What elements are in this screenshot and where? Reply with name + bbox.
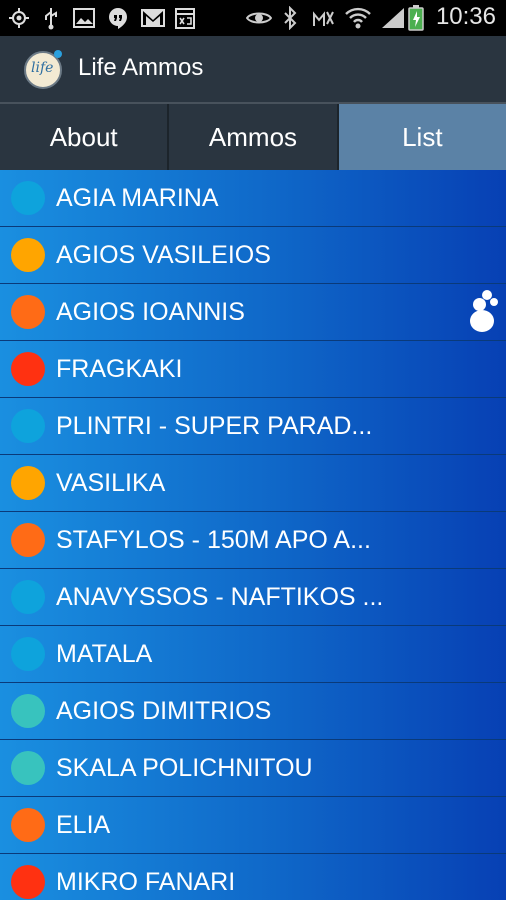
tab-bar: About Ammos List [0,104,506,170]
image-icon [72,6,96,30]
list-item[interactable]: AGIA MARINA [0,170,506,227]
beach-name: STAFYLOS - 150M APO A... [56,525,371,554]
beach-name: VASILIKA [56,468,166,497]
status-bar: 10:36 [0,0,506,36]
eye-icon [246,6,272,30]
beach-name: AGIOS DIMITRIOS [56,696,272,725]
app-logo-icon[interactable]: life [24,50,62,89]
battery-icon [408,5,424,31]
tab-list[interactable]: List [338,104,506,170]
beach-name: SKALA POLICHNITOU [56,753,313,782]
status-dot-icon [11,352,45,386]
list-item[interactable]: PLINTRI - SUPER PARAD... [0,398,506,455]
wifi-icon [344,6,372,30]
status-dot-icon [11,238,45,272]
status-dot-icon [11,637,45,671]
list-item[interactable]: SKALA POLICHNITOU [0,740,506,797]
list-item[interactable]: ELIA [0,797,506,854]
gps-icon [8,6,30,30]
calendar-icon [174,6,196,30]
hangouts-icon [106,6,130,30]
beach-name: MIKRO FANARI [56,867,236,896]
status-dot-icon [11,466,45,500]
bubbles-icon[interactable] [470,290,500,334]
status-dot-icon [11,694,45,728]
beach-name: AGIOS VASILEIOS [56,240,271,269]
list-item[interactable]: ANAVYSSOS - NAFTIKOS ... [0,569,506,626]
status-dot-icon [11,751,45,785]
status-dot-icon [11,808,45,842]
bluetooth-icon [282,6,298,30]
beach-name: PLINTRI - SUPER PARAD... [56,411,373,440]
list-item[interactable]: AGIOS IOANNIS [0,284,506,341]
beach-name: ELIA [56,810,111,839]
status-dot-icon [11,181,45,215]
mute-icon [310,6,336,30]
beach-name: MATALA [56,639,153,668]
signal-icon [380,6,406,30]
status-dot-icon [11,523,45,557]
usb-icon [42,6,60,30]
beach-list: AGIA MARINA AGIOS VASILEIOS AGIOS IOANNIS F… [0,170,506,900]
list-item[interactable]: FRAGKAKI [0,341,506,398]
status-dot-icon [11,865,45,899]
list-item[interactable]: STAFYLOS - 150M APO A... [0,512,506,569]
app-title: Life Ammos [78,54,204,81]
list-item[interactable]: VASILIKA [0,455,506,512]
action-bar: life Life Ammos [0,36,506,104]
list-item[interactable]: MIKRO FANARI [0,854,506,900]
list-item[interactable]: AGIOS DIMITRIOS [0,683,506,740]
tab-ammos[interactable]: Ammos [169,104,339,170]
tab-about[interactable]: About [0,104,170,170]
status-dot-icon [11,580,45,614]
list-item[interactable]: MATALA [0,626,506,683]
beach-name: AGIA MARINA [56,183,219,212]
status-dot-icon [11,409,45,443]
status-dot-icon [11,295,45,329]
gmail-icon [140,6,166,30]
beach-name: ANAVYSSOS - NAFTIKOS ... [56,582,384,611]
list-item[interactable]: AGIOS VASILEIOS [0,227,506,284]
beach-name: AGIOS IOANNIS [56,297,245,326]
beach-name: FRAGKAKI [56,354,183,383]
clock: 10:36 [435,3,496,30]
